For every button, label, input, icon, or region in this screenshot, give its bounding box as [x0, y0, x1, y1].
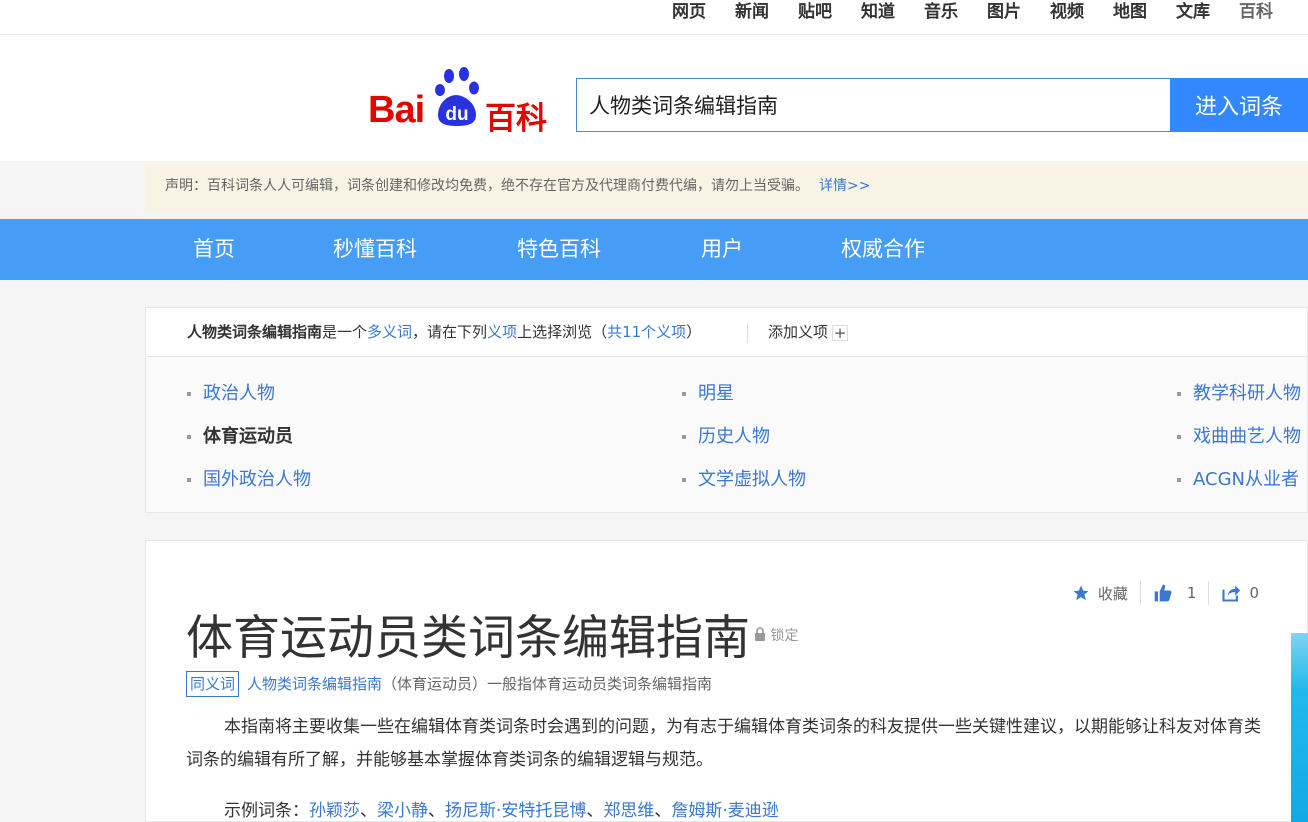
- share-icon: [1222, 585, 1241, 602]
- separator: 、: [360, 801, 377, 821]
- polysemy-header: 人物类词条编辑指南是一个多义词，请在下列义项上选择浏览（共11个义项） 添加义项…: [146, 308, 1307, 357]
- polysemy-text-3: 上选择浏览（: [517, 323, 608, 341]
- synonym-line: 同义词 人物类词条编辑指南（体育运动员）一般指体育运动员类词条编辑指南: [186, 671, 712, 697]
- example-entries: 示例词条：孙颖莎、梁小静、扬尼斯·安特托昆博、郑思维、詹姆斯·麦迪逊: [224, 796, 779, 821]
- favorite-label: 收藏: [1097, 584, 1128, 603]
- polysemy-text-4: ）: [686, 323, 702, 341]
- add-sense-label: 添加义项: [768, 323, 829, 341]
- svg-text:du: du: [445, 104, 468, 125]
- intro-paragraph: 本指南将主要收集一些在编辑体育类词条时会遇到的问题，为有志于编辑体育类词条的科友…: [186, 717, 1261, 770]
- separator: 、: [586, 801, 604, 821]
- bullet-icon: [187, 435, 191, 439]
- favorite-button[interactable]: 收藏: [1060, 581, 1140, 605]
- baidu-baike-logo[interactable]: Bai du 百科: [368, 67, 550, 137]
- nav-user[interactable]: 用户: [701, 219, 743, 280]
- bullet-icon: [682, 435, 686, 439]
- example-link[interactable]: 郑思维: [603, 801, 654, 821]
- main-nav: 首页 秒懂百科 特色百科 用户 权威合作: [0, 219, 1308, 280]
- bullet-icon: [682, 392, 686, 396]
- page-title: 体育运动员类词条编辑指南: [186, 611, 750, 666]
- topnav-baike[interactable]: 百科: [1239, 0, 1273, 24]
- logo-bai-text: Bai: [368, 89, 425, 131]
- synonym-link[interactable]: 人物类词条编辑指南: [247, 675, 382, 693]
- top-bar: 网页 新闻 贴吧 知道 音乐 图片 视频 地图 文库 百科: [0, 0, 1308, 35]
- synonym-description: （体育运动员）一般指体育运动员类词条编辑指南: [382, 675, 713, 693]
- paw-icon: du: [435, 67, 479, 126]
- topnav-news[interactable]: 新闻: [735, 0, 769, 24]
- sense-athlete-current: 体育运动员: [187, 422, 293, 448]
- notice-details-link[interactable]: 详情>>: [819, 178, 870, 194]
- topnav-images[interactable]: 图片: [987, 0, 1021, 24]
- divider: [747, 323, 748, 343]
- polysemy-term: 人物类词条编辑指南: [187, 323, 323, 341]
- polysemy-list: 政治人物 明星 教学科研人物 体育运动员 历史人物 戏曲曲艺人物 国外政治人物 …: [146, 357, 1307, 512]
- header: Bai du 百科 进入词条: [0, 35, 1308, 161]
- thumbs-up-icon: [1154, 584, 1172, 602]
- add-sense-button[interactable]: 添加义项 +: [768, 308, 849, 356]
- polysemy-box: 人物类词条编辑指南是一个多义词，请在下列义项上选择浏览（共11个义项） 添加义项…: [145, 307, 1308, 513]
- sense-acgn[interactable]: ACGN从业者: [1177, 465, 1299, 491]
- enter-entry-button[interactable]: 进入词条: [1170, 78, 1308, 132]
- side-banner[interactable]: [1291, 633, 1308, 822]
- notice-text: 声明：百科词条人人可编辑，词条创建和修改均免费，绝不存在官方及代理商付费代编，请…: [165, 178, 809, 194]
- topnav-web[interactable]: 网页: [672, 0, 706, 24]
- bullet-icon: [187, 478, 191, 482]
- article-actions: 收藏 1 0: [1060, 581, 1271, 605]
- share-count: 0: [1249, 584, 1259, 602]
- like-button[interactable]: 1: [1141, 581, 1209, 605]
- like-count: 1: [1186, 584, 1197, 602]
- example-link[interactable]: 梁小静: [377, 801, 428, 821]
- polysemy-text-1: 是一个: [322, 323, 368, 341]
- sense-count-link[interactable]: 共11个义项: [607, 323, 686, 341]
- topnav-video[interactable]: 视频: [1050, 0, 1084, 24]
- sense-celebrity[interactable]: 明星: [682, 379, 734, 405]
- topnav-music[interactable]: 音乐: [924, 0, 958, 24]
- sense-historical[interactable]: 历史人物: [682, 422, 770, 448]
- topnav-zhidao[interactable]: 知道: [861, 0, 895, 24]
- sense-academic[interactable]: 教学科研人物: [1177, 379, 1301, 405]
- bullet-icon: [682, 478, 686, 482]
- sense-politician[interactable]: 政治人物: [187, 379, 275, 405]
- disclaimer-notice: 声明：百科词条人人可编辑，词条创建和修改均免费，绝不存在官方及代理商付费代编，请…: [145, 161, 1308, 211]
- topnav-wenku[interactable]: 文库: [1176, 0, 1210, 24]
- separator: 、: [428, 801, 445, 821]
- bullet-icon: [187, 392, 191, 396]
- lock-status: 锁定: [754, 625, 798, 645]
- plus-icon: +: [832, 323, 849, 342]
- search-input[interactable]: [576, 78, 1172, 132]
- article-content: 收藏 1 0 体育运动员类词条编辑指南 锁定 同义词 人物类词条编辑指南（体育运动…: [145, 540, 1308, 822]
- logo-baike-text: 百科: [485, 101, 547, 137]
- top-nav: 网页 新闻 贴吧 知道 音乐 图片 视频 地图 文库 百科: [672, 0, 1302, 24]
- examples-label: 示例词条：: [224, 801, 309, 821]
- sense-opera[interactable]: 戏曲曲艺人物: [1177, 422, 1301, 448]
- topnav-tieba[interactable]: 贴吧: [798, 0, 832, 24]
- synonym-tag: 同义词: [186, 671, 240, 697]
- bullet-icon: [1177, 478, 1181, 482]
- bullet-icon: [1177, 392, 1181, 396]
- lock-icon: [755, 627, 765, 641]
- example-link[interactable]: 詹姆斯·麦迪逊: [671, 801, 778, 821]
- polysemy-text-2: ，请在下列: [412, 323, 488, 341]
- topnav-map[interactable]: 地图: [1113, 0, 1147, 24]
- nav-miaodong[interactable]: 秒懂百科: [333, 219, 417, 280]
- lock-label: 锁定: [770, 628, 799, 644]
- star-icon: [1073, 585, 1089, 601]
- sense-fictional[interactable]: 文学虚拟人物: [682, 465, 806, 491]
- nav-home[interactable]: 首页: [193, 219, 235, 280]
- example-link[interactable]: 孙颖莎: [309, 801, 360, 821]
- nav-featured[interactable]: 特色百科: [517, 219, 601, 280]
- example-link[interactable]: 扬尼斯·安特托昆博: [445, 801, 586, 821]
- share-button[interactable]: 0: [1209, 581, 1271, 605]
- bullet-icon: [1177, 435, 1181, 439]
- nav-authority[interactable]: 权威合作: [841, 219, 925, 280]
- separator: 、: [654, 801, 672, 821]
- sense-word-link[interactable]: 义项: [487, 323, 517, 341]
- polysemy-word-link[interactable]: 多义词: [367, 323, 412, 341]
- sense-foreign-politician[interactable]: 国外政治人物: [187, 465, 311, 491]
